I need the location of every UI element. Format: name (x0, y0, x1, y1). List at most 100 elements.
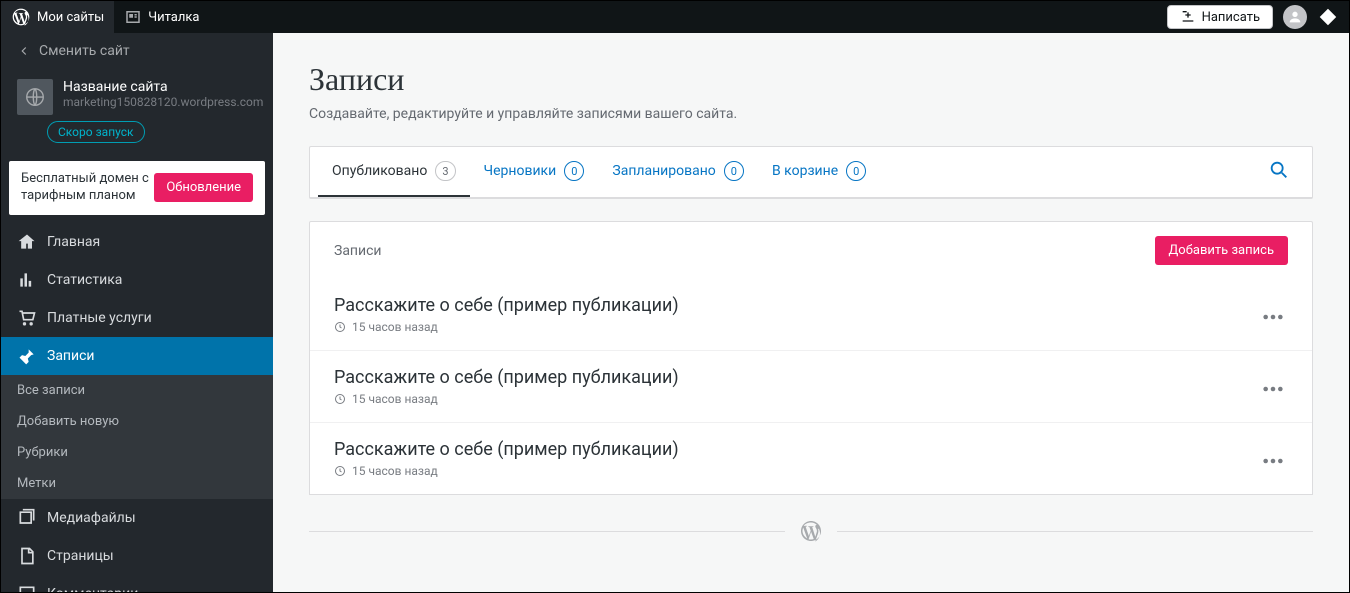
site-info[interactable]: Название сайта marketing150828120.wordpr… (1, 69, 273, 121)
tab-label: Черновики (484, 163, 557, 179)
post-time: 15 часов назад (352, 392, 438, 406)
tab-count: 0 (564, 161, 584, 181)
pin-icon (17, 346, 37, 366)
topbar-my-sites-label: Мои сайты (37, 10, 104, 25)
sidebar-item-posts[interactable]: Записи (1, 337, 273, 375)
layout: Сменить сайт Название сайта marketing150… (1, 33, 1349, 592)
sidebar-item-label: Главная (47, 234, 100, 250)
stats-icon (17, 270, 37, 290)
post-item[interactable]: Расскажите о себе (пример публикации) 15… (310, 351, 1312, 423)
post-title: Расскажите о себе (пример публикации) (334, 367, 679, 388)
change-site-link[interactable]: Сменить сайт (1, 33, 273, 69)
update-button[interactable]: Обновление (154, 173, 253, 202)
topbar: Мои сайты Читалка Написать (1, 1, 1349, 33)
write-button-label: Написать (1202, 10, 1260, 25)
post-item[interactable]: Расскажите о себе (пример публикации) 15… (310, 423, 1312, 494)
topbar-my-sites[interactable]: Мои сайты (1, 1, 114, 33)
post-more-button[interactable] (1258, 301, 1288, 328)
submenu-categories[interactable]: Рубрики (1, 437, 273, 468)
avatar[interactable] (1283, 5, 1307, 29)
site-url: marketing150828120.wordpress.com (63, 95, 263, 109)
domain-text: Бесплатный домен с тарифным планом (21, 171, 151, 205)
user-icon (1287, 9, 1303, 25)
sidebar-item-stats[interactable]: Статистика (1, 261, 273, 299)
tab-count: 3 (435, 161, 455, 181)
site-thumbnail (17, 79, 53, 115)
footer-logo (309, 519, 1313, 543)
post-more-button[interactable] (1258, 373, 1288, 400)
sidebar-item-comments[interactable]: Комментарии (1, 575, 273, 592)
sidebar-menu-2: Медиафайлы Страницы Комментарии (1, 499, 273, 592)
sidebar-item-media[interactable]: Медиафайлы (1, 499, 273, 537)
sidebar-menu: Главная Статистика Платные услуги Записи (1, 223, 273, 375)
tab-published[interactable]: Опубликовано 3 (318, 147, 470, 197)
topbar-right: Написать (1167, 5, 1349, 29)
reader-icon (124, 8, 142, 26)
topbar-left: Мои сайты Читалка (1, 1, 209, 33)
site-name: Название сайта (63, 79, 263, 95)
ellipsis-icon (1262, 458, 1284, 464)
post-list: Расскажите о себе (пример публикации) 15… (309, 279, 1313, 495)
wordpress-logo-icon (799, 519, 823, 543)
submenu-tags[interactable]: Метки (1, 468, 273, 499)
post-time: 15 часов назад (352, 320, 438, 334)
page-title: Записи (309, 61, 1313, 98)
post-meta: 15 часов назад (334, 392, 679, 406)
topbar-reader-label: Читалка (148, 10, 199, 25)
search-button[interactable] (1254, 147, 1304, 197)
tab-scheduled[interactable]: Запланировано 0 (598, 147, 758, 197)
topbar-reader[interactable]: Читалка (114, 1, 209, 33)
tabs: Опубликовано 3 Черновики 0 Запланировано… (310, 147, 1312, 198)
tab-label: Опубликовано (332, 163, 427, 179)
launch-badge[interactable]: Скоро запуск (47, 121, 273, 143)
main-content: Записи Создавайте, редактируйте и управл… (273, 33, 1349, 592)
pages-icon (17, 546, 37, 566)
wordpress-logo-icon (11, 7, 31, 27)
cart-icon (17, 308, 37, 328)
add-post-button[interactable]: Добавить запись (1155, 236, 1288, 265)
globe-icon (24, 86, 46, 108)
sidebar: Сменить сайт Название сайта marketing150… (1, 33, 273, 592)
tab-drafts[interactable]: Черновики 0 (470, 147, 599, 197)
change-site-label: Сменить сайт (39, 43, 130, 59)
comments-icon (17, 584, 37, 592)
tab-count: 0 (724, 161, 744, 181)
post-meta: 15 часов назад (334, 464, 679, 478)
sidebar-item-pages[interactable]: Страницы (1, 537, 273, 575)
ellipsis-icon (1262, 386, 1284, 392)
list-title: Записи (334, 243, 382, 259)
post-more-button[interactable] (1258, 445, 1288, 472)
page-subtitle: Создавайте, редактируйте и управляйте за… (309, 106, 1313, 122)
post-item[interactable]: Расскажите о себе (пример публикации) 15… (310, 279, 1312, 351)
tab-trash[interactable]: В корзине 0 (758, 147, 880, 197)
post-meta: 15 часов назад (334, 320, 679, 334)
clock-icon (334, 465, 346, 477)
domain-upsell-box: Бесплатный домен с тарифным планом Обнов… (9, 161, 265, 215)
tab-label: В корзине (772, 163, 838, 179)
submenu-add-new[interactable]: Добавить новую (1, 406, 273, 437)
sidebar-item-paid[interactable]: Платные услуги (1, 299, 273, 337)
post-title: Расскажите о себе (пример публикации) (334, 439, 679, 460)
write-icon (1180, 9, 1196, 25)
sidebar-submenu-posts: Все записи Добавить новую Рубрики Метки (1, 375, 273, 499)
ellipsis-icon (1262, 314, 1284, 320)
notifications-icon[interactable] (1317, 6, 1339, 28)
post-title: Расскажите о себе (пример публикации) (334, 295, 679, 316)
media-icon (17, 508, 37, 528)
sidebar-item-label: Медиафайлы (47, 510, 136, 526)
submenu-all-posts[interactable]: Все записи (1, 375, 273, 406)
post-time: 15 часов назад (352, 464, 438, 478)
clock-icon (334, 393, 346, 405)
sidebar-item-label: Статистика (47, 272, 122, 288)
tab-label: Запланировано (612, 163, 715, 179)
search-icon (1268, 159, 1290, 181)
write-button[interactable]: Написать (1167, 5, 1273, 29)
sidebar-item-label: Страницы (47, 548, 114, 564)
sidebar-item-label: Записи (47, 348, 95, 364)
tabs-card: Опубликовано 3 Черновики 0 Запланировано… (309, 146, 1313, 199)
sidebar-item-home[interactable]: Главная (1, 223, 273, 261)
clock-icon (334, 321, 346, 333)
chevron-left-icon (17, 44, 31, 58)
list-header: Записи Добавить запись (309, 221, 1313, 279)
tab-count: 0 (846, 161, 866, 181)
